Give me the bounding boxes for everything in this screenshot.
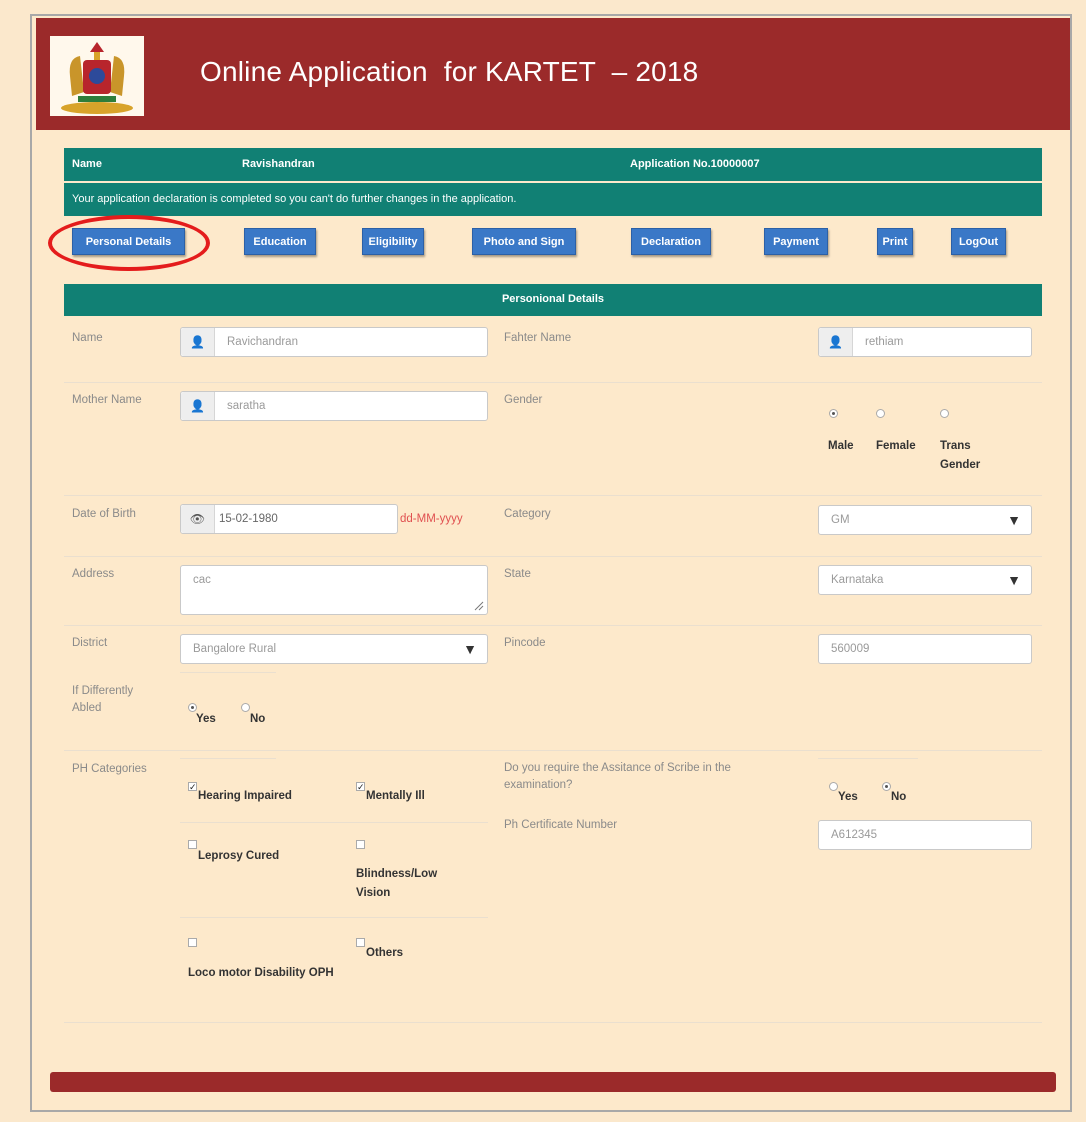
leprosy-cured-checkbox[interactable] — [188, 840, 197, 849]
notice-bar: Your application declaration is complete… — [64, 183, 1042, 216]
nav-photo-sign-button[interactable]: Photo and Sign — [472, 228, 576, 255]
mother-name-input[interactable]: 👤 saratha — [180, 391, 488, 421]
address-textarea[interactable]: cac — [180, 565, 488, 615]
resize-handle-icon[interactable] — [474, 601, 484, 611]
ph-certificate-label: Ph Certificate Number — [504, 819, 618, 831]
footer-bar — [50, 1072, 1056, 1092]
gender-trans-radio[interactable] — [940, 409, 949, 418]
gender-male-label: Male — [828, 440, 854, 452]
gender-trans-label: Trans Gender — [940, 440, 981, 471]
differently-abled-label: If Differently Abled — [72, 685, 134, 714]
nav-education-button[interactable]: Education — [244, 228, 316, 255]
name-input[interactable]: 👤 Ravichandran — [180, 327, 488, 357]
mentally-ill-label: Mentally Ill — [366, 790, 425, 802]
dob-label: Date of Birth — [72, 508, 136, 520]
district-label: District — [72, 637, 108, 649]
others-checkbox[interactable] — [356, 938, 365, 947]
district-select[interactable]: Bangalore Rural ▼ — [180, 634, 488, 664]
scribe-yes-label: Yes — [838, 791, 858, 803]
pincode-input[interactable]: 560009 — [818, 634, 1032, 664]
row-divider — [64, 556, 1042, 557]
applicant-info-bar: Name Ravishandran Application No.1000000… — [64, 148, 1042, 181]
scribe-no-label: No — [891, 791, 907, 803]
leprosy-cured-label: Leprosy Cured — [198, 850, 280, 862]
category-select[interactable]: GM ▼ — [818, 505, 1032, 535]
user-icon: 👤 — [819, 328, 853, 356]
applicant-name: Ravishandran — [242, 158, 315, 170]
scribe-yes-radio[interactable] — [829, 782, 838, 791]
chevron-down-icon: ▼ — [1007, 572, 1021, 588]
pincode-label: Pincode — [504, 637, 546, 649]
loco-motor-label: Loco motor Disability OPH — [188, 967, 334, 979]
ph-certificate-input[interactable]: A612345 — [818, 820, 1032, 850]
nav-logout-button[interactable]: LogOut — [951, 228, 1006, 255]
eye-icon: 👁 — [181, 505, 215, 533]
row-divider — [180, 758, 276, 759]
nav-eligibility-button[interactable]: Eligibility — [362, 228, 424, 255]
row-divider — [64, 1022, 1042, 1023]
highlight-circle — [48, 215, 210, 271]
scribe-no-radio[interactable] — [882, 782, 891, 791]
section-title: Personional Details — [501, 293, 605, 305]
chevron-down-icon: ▼ — [463, 641, 477, 657]
gender-female-radio[interactable] — [876, 409, 885, 418]
row-divider — [818, 758, 918, 759]
dob-format-hint: dd-MM-yyyy — [400, 513, 463, 525]
row-divider — [180, 822, 488, 823]
nav-declaration-button[interactable]: Declaration — [631, 228, 711, 255]
dob-input[interactable]: 👁 15-02-1980 — [180, 504, 398, 534]
gender-male-radio[interactable] — [829, 409, 838, 418]
row-divider — [64, 750, 1042, 751]
abled-yes-label: Yes — [196, 713, 216, 725]
gender-label: Gender — [504, 394, 543, 406]
father-name-input[interactable]: 👤 rethiam — [818, 327, 1032, 357]
blindness-checkbox[interactable] — [356, 840, 365, 849]
others-label: Others — [366, 947, 404, 959]
hearing-impaired-checkbox[interactable]: ✓ — [188, 782, 197, 792]
father-name-label: Fahter Name — [504, 332, 572, 344]
section-header: Personional Details — [64, 284, 1042, 316]
row-divider — [180, 672, 276, 673]
nav-payment-button[interactable]: Payment — [764, 228, 828, 255]
abled-no-label: No — [250, 713, 266, 725]
ph-categories-label: PH Categories — [72, 763, 147, 775]
row-divider — [64, 625, 1042, 626]
category-label: Category — [504, 508, 551, 520]
application-number: Application No.10000007 — [630, 158, 760, 170]
row-divider — [64, 495, 1042, 496]
user-icon: 👤 — [181, 392, 215, 420]
mentally-ill-checkbox[interactable]: ✓ — [356, 782, 365, 792]
page-header: Online Application for KARTET – 2018 — [36, 18, 1070, 130]
state-select[interactable]: Karnataka ▼ — [818, 565, 1032, 595]
name-field-label: Name — [72, 332, 103, 344]
abled-no-radio[interactable] — [241, 703, 250, 712]
row-divider — [180, 917, 488, 918]
name-label: Name — [72, 158, 102, 170]
chevron-down-icon: ▼ — [1007, 512, 1021, 528]
nav-print-button[interactable]: Print — [877, 228, 913, 255]
notice-text: Your application declaration is complete… — [72, 193, 517, 205]
row-divider — [64, 382, 1042, 383]
loco-motor-checkbox[interactable] — [188, 938, 197, 947]
state-label: State — [504, 568, 531, 580]
hearing-impaired-label: Hearing Impaired — [198, 790, 292, 802]
mother-name-label: Mother Name — [72, 394, 142, 406]
address-label: Address — [72, 568, 115, 580]
user-icon: 👤 — [181, 328, 215, 356]
scribe-question-label: Do you require the Assitance of Scribe i… — [504, 762, 731, 791]
karnataka-emblem-logo — [50, 36, 144, 116]
gender-female-label: Female — [876, 440, 916, 452]
blindness-label: Blindness/Low Vision — [356, 868, 438, 899]
page-title: Online Application for KARTET – 2018 — [200, 56, 699, 87]
